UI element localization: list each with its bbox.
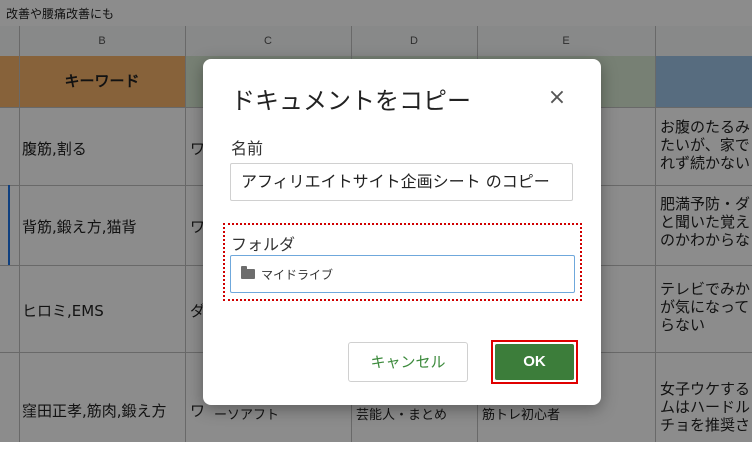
cancel-button[interactable]: キャンセル [348, 342, 468, 382]
copy-document-dialog: ドキュメントをコピー × 名前 アフィリエイトサイト企画シート のコピー フォル… [203, 59, 601, 405]
bottom-strip [0, 442, 752, 450]
folder-icon [241, 266, 255, 279]
name-input[interactable]: アフィリエイトサイト企画シート のコピー [230, 163, 573, 201]
close-icon[interactable]: × [546, 87, 568, 109]
folder-value: マイドライブ [261, 268, 334, 282]
folder-selector[interactable]: マイドライブ [230, 255, 575, 293]
ok-button[interactable]: OK [495, 344, 574, 380]
folder-label: フォルダ [231, 235, 296, 254]
name-label: 名前 [231, 139, 264, 158]
dialog-title: ドキュメントをコピー [231, 87, 471, 115]
